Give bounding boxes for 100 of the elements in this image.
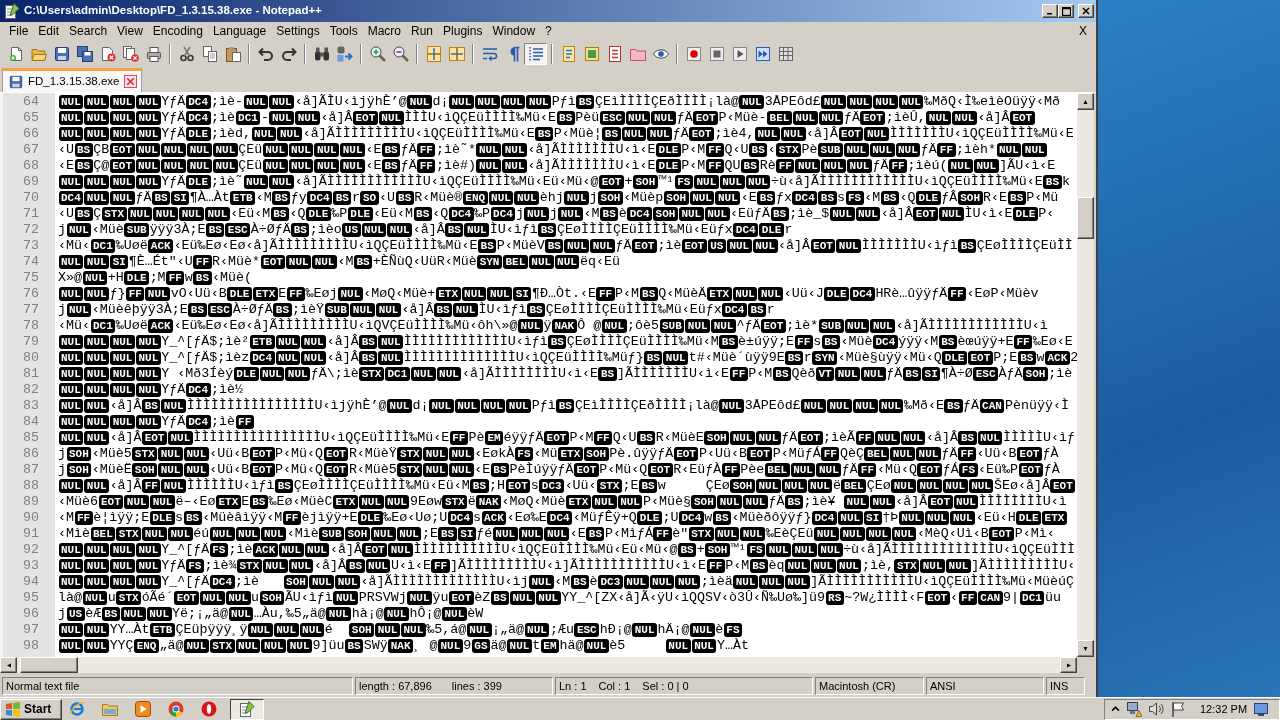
code-text: HRè…ûÿÿƒÄ [875, 286, 948, 301]
control-character-badge: ETX [558, 447, 583, 461]
control-character-badge: FF [596, 287, 615, 301]
media-play-icon[interactable] [135, 701, 151, 717]
code-text: ‹å]Â [778, 238, 811, 253]
indent-guide-button[interactable] [524, 42, 547, 65]
clock[interactable]: 12:32 PM [1200, 700, 1248, 718]
binoculars-icon [313, 45, 330, 62]
control-character-badge: NUL [262, 559, 288, 573]
control-character-badge: EOT [860, 111, 886, 125]
browser-icon[interactable] [69, 701, 85, 717]
code-text: ‹å]Â [412, 222, 445, 237]
close-button[interactable] [1078, 4, 1094, 18]
printer-icon [145, 45, 162, 62]
menu-item[interactable]: Macro [362, 22, 406, 41]
close-document-button[interactable]: X [1074, 22, 1092, 41]
scroll-up-button[interactable] [1077, 93, 1094, 110]
network-warning-icon[interactable] [1126, 701, 1142, 717]
code-text: là@ [58, 590, 82, 605]
control-character-badge: BS [938, 335, 957, 349]
control-character-badge: BS [586, 527, 605, 541]
scroll-right-button[interactable] [1060, 657, 1077, 673]
code-text: P‹MüƒÁ [772, 446, 821, 461]
control-character-badge: SYN [477, 255, 502, 269]
code-text: 9| [1003, 590, 1020, 605]
menu-item[interactable]: File [4, 22, 34, 41]
control-character-badge: ETX [1042, 511, 1067, 525]
scrollbar-thumb[interactable] [20, 657, 78, 673]
file-tab[interactable]: FD_1.3.15.38.exe [2, 68, 143, 92]
code-text: 9]üu [312, 638, 345, 653]
chevron-up-icon[interactable] [1111, 704, 1120, 714]
menu-item[interactable]: Plugins [438, 22, 488, 41]
control-character-badge: NUL [792, 111, 818, 125]
menu-item[interactable]: Encoding [147, 22, 208, 41]
control-character-badge: BS [677, 543, 697, 557]
code-text: ‰MðQ‹Ì‰eìèOüÿÿ‹Mð [923, 94, 1060, 109]
minimize-button[interactable] [1042, 4, 1058, 18]
control-character-badge: NUL [199, 591, 225, 605]
menu-item[interactable]: Edit [33, 22, 65, 41]
taskbar-button[interactable] [230, 698, 264, 720]
control-character-badge: NUL [795, 159, 821, 173]
control-character-badge: BS [880, 191, 899, 205]
ring-icon[interactable] [201, 701, 217, 717]
show-desktop-icon[interactable] [1253, 701, 1270, 717]
code-text: ƒÄ [872, 158, 889, 173]
control-character-badge: FF [858, 463, 877, 477]
control-character-badge: NUL [84, 639, 110, 653]
scroll-left-button[interactable] [0, 657, 17, 673]
wheel-icon[interactable] [168, 701, 184, 717]
code-text: èZ [474, 590, 491, 605]
close-tab-icon[interactable] [124, 75, 138, 88]
control-character-badge: FF [729, 367, 748, 381]
menu-item[interactable]: Settings [271, 22, 325, 41]
code-text: d¡ [412, 398, 429, 413]
code-text: ;ìè˜ [211, 174, 244, 189]
folder-icon[interactable] [102, 701, 118, 717]
code-text: ‹å]Â [806, 126, 839, 141]
code-text: ÌÌÌÌÌÌÌÌÌÌÌÌÌÌÌÌU‹ìjÿhÈ’@ [186, 398, 387, 413]
speaker-icon[interactable] [1148, 701, 1164, 717]
maximize-button[interactable] [1058, 4, 1074, 18]
control-character-badge: NUL [752, 239, 778, 253]
scrollbar-thumb[interactable] [1077, 197, 1094, 239]
control-character-badge: DLE [637, 511, 662, 525]
menu-item[interactable]: Run [406, 22, 439, 41]
control-character-badge: NUL [135, 159, 161, 173]
start-button[interactable]: Start [0, 698, 62, 720]
control-character-badge: DC4 [850, 287, 875, 301]
menu-item[interactable]: Language [207, 22, 272, 41]
code-text: ÇEìÌÌÌÌÇEðÌÌÌÌ¡là@ [594, 94, 739, 109]
code-text: hä@ [559, 638, 584, 653]
menu-item[interactable]: View [112, 22, 148, 41]
control-character-badge: FF [74, 511, 93, 525]
code-text: ;E [622, 478, 639, 493]
control-character-badge: EOT [1018, 463, 1044, 477]
control-character-badge: BS [359, 351, 378, 365]
menu-item[interactable]: Tools [324, 22, 363, 41]
flag-icon[interactable] [1170, 701, 1186, 717]
code-text: t [532, 638, 541, 653]
insert-mode-label: INS [1046, 677, 1085, 695]
menu-item[interactable]: Window [487, 22, 541, 41]
scroll-down-button[interactable] [1077, 640, 1094, 657]
code-text: Pƒì [531, 398, 556, 413]
control-character-badge: BS [958, 239, 977, 253]
control-character-badge: NUL [378, 351, 404, 365]
control-character-badge: NUL [507, 639, 532, 653]
control-character-badge: NUL [844, 319, 870, 333]
menu-item[interactable]: ? [540, 22, 557, 41]
control-character-badge: NUL [817, 543, 843, 557]
menu-item[interactable]: Search [64, 22, 113, 41]
control-character-badge: BS [548, 335, 567, 349]
control-character-badge: NUL [301, 335, 327, 349]
control-character-badge: NUL [836, 559, 862, 573]
control-character-badge: BS [291, 223, 310, 237]
control-character-badge: NUL [58, 127, 84, 141]
control-character-badge: NUL [663, 351, 689, 365]
control-character-badge: DLE [1016, 511, 1042, 525]
control-character-badge: ACK [481, 511, 507, 525]
control-character-badge: NUL [388, 543, 413, 557]
code-text: k [1062, 174, 1071, 189]
code-text: éÿÿƒÄ [503, 430, 544, 445]
